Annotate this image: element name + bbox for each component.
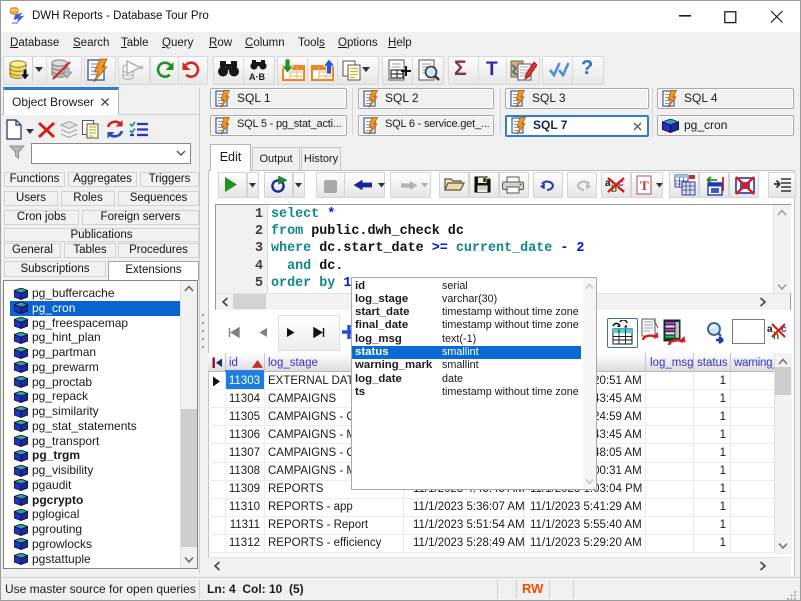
svg-text:A·B: A·B	[249, 72, 265, 82]
svg-text:T: T	[640, 178, 649, 193]
